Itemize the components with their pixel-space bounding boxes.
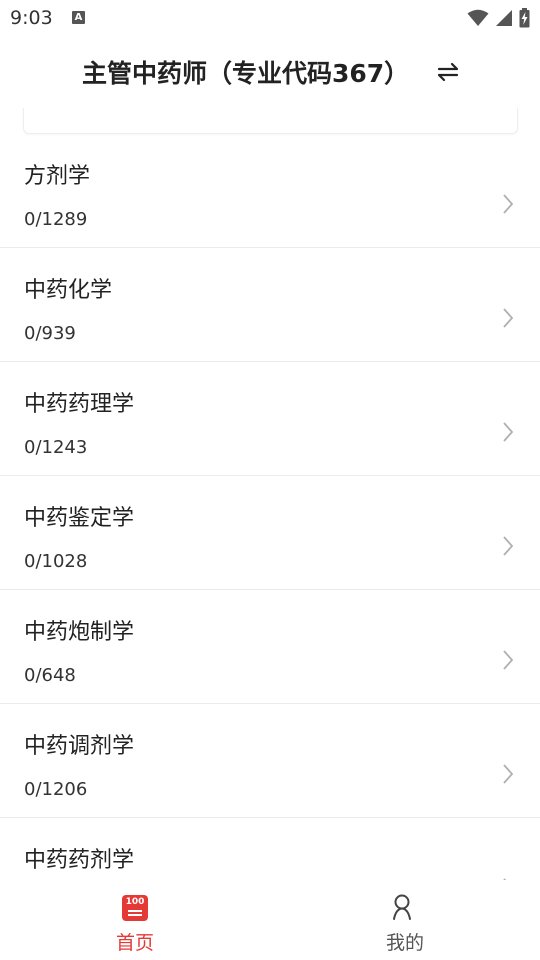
subject-progress: 0/1289: [24, 209, 88, 230]
subject-name: 方剂学: [24, 164, 91, 189]
bottom-nav: 100 首页 我的: [0, 880, 540, 960]
header: 主管中药师（专业代码367）: [0, 36, 540, 108]
list-item[interactable]: 中药鉴定学 0/1028: [0, 476, 540, 590]
subject-name: 中药调剂学: [24, 734, 135, 759]
subject-name: 中药化学: [24, 278, 113, 303]
list-item[interactable]: 中药药理学 0/1243: [0, 362, 540, 476]
subject-name: 中药药剂学: [24, 848, 135, 873]
subject-progress: 0/1028: [24, 551, 88, 572]
wifi-icon: [467, 9, 489, 26]
chevron-right-icon: [503, 194, 514, 214]
subject-name: 中药鉴定学: [24, 506, 135, 531]
subject-progress: 0/939: [24, 323, 76, 344]
subject-progress: 0/1243: [24, 437, 88, 458]
chevron-right-icon: [503, 536, 514, 556]
list-item[interactable]: 方剂学 0/1289: [0, 134, 540, 248]
subject-name: 中药炮制学: [24, 620, 135, 645]
list-item[interactable]: 中药化学 0/939: [0, 248, 540, 362]
signal-icon: [496, 10, 512, 26]
battery-charging-icon: [519, 8, 530, 28]
person-icon: [393, 894, 411, 920]
tab-mine-label: 我的: [385, 932, 424, 954]
a-icon: [72, 11, 85, 24]
chevron-right-icon: [503, 422, 514, 442]
page-title: 主管中药师（专业代码367）: [82, 59, 410, 88]
list-item[interactable]: 中药药剂学: [0, 818, 540, 880]
status-icons: [467, 6, 530, 30]
tab-home-label: 首页: [115, 932, 154, 954]
app-screen: 9:03 主管中药师（专业代码367） 方剂学: [0, 0, 540, 960]
list-item[interactable]: 中药炮制学 0/648: [0, 590, 540, 704]
subject-progress: 0/1206: [24, 779, 88, 800]
chevron-right-icon: [503, 308, 514, 328]
list-item[interactable]: 中药调剂学 0/1206: [0, 704, 540, 818]
content-area[interactable]: 方剂学 0/1289 中药化学 0/939 中药药理学 0/1243 中药鉴定学…: [0, 108, 540, 880]
subject-progress: 0/648: [24, 665, 76, 686]
home-icon-lines: [128, 910, 142, 916]
tab-home[interactable]: 100 首页: [0, 880, 270, 960]
switch-arrows-icon[interactable]: [434, 58, 462, 86]
home-icon-text: 100: [125, 897, 145, 907]
home-100-icon: 100: [122, 895, 148, 921]
chevron-right-icon: [503, 764, 514, 784]
status-bar: 9:03: [0, 0, 540, 36]
chevron-right-icon: [503, 650, 514, 670]
status-time: 9:03: [10, 7, 53, 29]
subject-list: 方剂学 0/1289 中药化学 0/939 中药药理学 0/1243 中药鉴定学…: [0, 134, 540, 880]
subject-name: 中药药理学: [24, 392, 135, 417]
top-card: [23, 108, 518, 134]
tab-mine[interactable]: 我的: [270, 880, 540, 960]
